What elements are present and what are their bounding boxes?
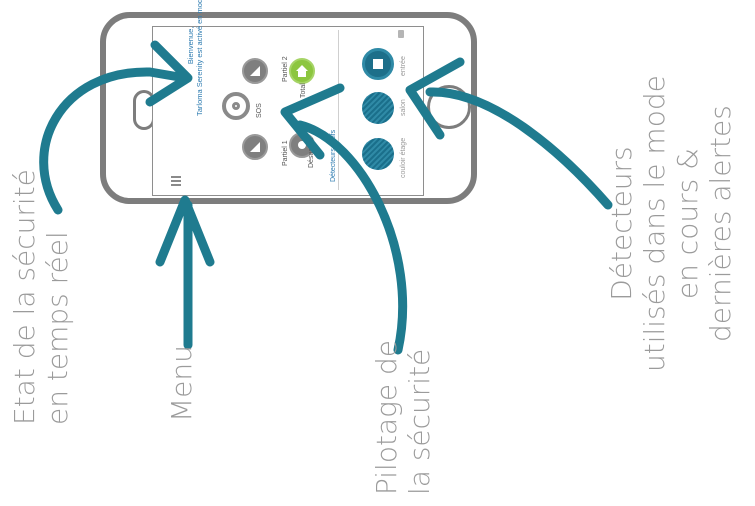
label-etat: Etat de la sécurité en temps réel <box>8 169 74 425</box>
label-detecteurs-line-3: en cours & <box>671 148 705 300</box>
label-detecteurs-line-4: dernières alertes <box>704 105 738 343</box>
arrow-detecteurs <box>425 87 613 210</box>
arrow-detecteurs-head <box>405 57 465 140</box>
label-detecteurs-line-1: Détecteurs <box>605 146 638 301</box>
arrow-pilotage <box>295 120 408 355</box>
label-detecteurs-line-2: utilisés dans le mode <box>638 75 672 372</box>
label-menu: Menu <box>165 345 198 422</box>
label-menu-line-1: Menu <box>165 345 198 422</box>
label-etat-line-1: Etat de la sécurité <box>8 169 41 425</box>
label-pilotage: Pilotage de la sécurité <box>370 340 436 495</box>
label-pilotage-line-1: Pilotage de <box>370 339 403 495</box>
label-pilotage-line-2: la sécurité <box>403 348 437 495</box>
label-detecteurs: Détecteurs utilisés dans le mode en cour… <box>605 75 737 372</box>
label-etat-line-2: en temps réel <box>41 231 75 425</box>
